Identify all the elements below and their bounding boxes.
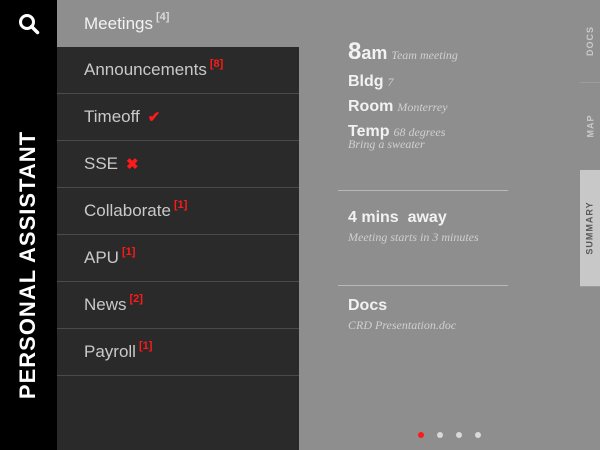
- room-row: Room Monterrey: [348, 98, 458, 116]
- menu-item-meetings[interactable]: Meetings [4]: [57, 0, 299, 47]
- count-badge: [1]: [121, 246, 136, 258]
- page-indicator: [418, 432, 481, 438]
- bldg-value: 7: [387, 75, 394, 89]
- search-icon[interactable]: [14, 10, 44, 38]
- room-label: Room: [348, 98, 394, 115]
- meeting-title: Team meeting: [391, 48, 458, 62]
- app-title: PERSONAL ASSISTANT: [15, 130, 40, 400]
- count-badge: [4]: [155, 11, 170, 23]
- check-icon: ✔: [147, 109, 161, 126]
- menu-item-label: Timeoff: [84, 107, 140, 126]
- menu-item-label: Payroll: [84, 342, 136, 361]
- summary-panel: 8am Team meeting Bldg 7 Room Monterrey Temp…: [300, 0, 580, 450]
- bldg-label: Bldg: [348, 73, 384, 90]
- docs-file[interactable]: CRD Presentation.doc: [348, 318, 456, 333]
- room-value: Monterrey: [397, 100, 448, 114]
- menu-item-payroll[interactable]: Payroll [1]: [57, 329, 299, 376]
- bldg-row: Bldg 7: [348, 73, 458, 91]
- menu-item-announcements[interactable]: Announcements [8]: [57, 47, 299, 94]
- travel-info: 4 mins away Meeting starts in 3 minutes: [348, 209, 479, 252]
- menu-item-label: SSE: [84, 154, 119, 173]
- menu-item-label: APU: [84, 248, 119, 267]
- menu-item-timeoff[interactable]: Timeoff ✔: [57, 94, 299, 141]
- side-tabs: DOCS MAP SUMMARY: [580, 0, 600, 450]
- menu-item-news[interactable]: News [2]: [57, 282, 299, 329]
- travel-label: 4 mins away: [348, 209, 447, 226]
- count-badge: [1]: [138, 340, 153, 352]
- divider: [338, 285, 508, 286]
- cross-icon: ✖: [126, 156, 139, 173]
- docs-row: Docs CRD Presentation.doc: [348, 297, 456, 333]
- menu-item-label: Announcements: [84, 60, 207, 79]
- travel-row: 4 mins away Meeting starts in 3 minutes: [348, 209, 479, 245]
- menu-item-collaborate[interactable]: Collaborate [1]: [57, 188, 299, 235]
- tab-map[interactable]: MAP: [580, 82, 600, 171]
- meeting-details: 8am Team meeting Bldg 7 Room Monterrey Temp…: [348, 38, 458, 159]
- count-badge: [8]: [209, 58, 224, 70]
- page-dot[interactable]: [456, 432, 462, 438]
- menu-item-label: News: [84, 295, 127, 314]
- page-dot[interactable]: [418, 432, 424, 438]
- tab-label: SUMMARY: [585, 201, 596, 255]
- tab-docs[interactable]: DOCS: [580, 0, 600, 83]
- meeting-time-hour: 8: [348, 38, 362, 65]
- tab-label: DOCS: [585, 25, 596, 57]
- temp-note: Bring a sweater: [348, 137, 425, 151]
- meeting-time-ampm: am: [361, 43, 388, 63]
- tab-summary[interactable]: SUMMARY: [580, 170, 600, 287]
- divider: [338, 190, 508, 191]
- travel-note: Meeting starts in 3 minutes: [348, 230, 479, 244]
- docs-label: Docs: [348, 297, 388, 314]
- tab-label: MAP: [585, 114, 595, 138]
- menu-item-label: Collaborate: [84, 201, 171, 220]
- temp-row: Temp 68 degrees Bring a sweater: [348, 123, 458, 152]
- meeting-time-row: 8am Team meeting: [348, 38, 458, 66]
- left-bar: PERSONAL ASSISTANT: [0, 0, 57, 450]
- menu-list: Meetings [4] Announcements [8] Timeoff ✔…: [57, 0, 299, 450]
- page-dot[interactable]: [437, 432, 443, 438]
- menu-item-label: Meetings: [84, 13, 153, 33]
- count-badge: [1]: [173, 199, 188, 211]
- count-badge: [2]: [129, 293, 143, 305]
- docs-info: Docs CRD Presentation.doc: [348, 297, 456, 340]
- page-dot[interactable]: [475, 432, 481, 438]
- menu-item-apu[interactable]: APU [1]: [57, 235, 299, 282]
- menu-item-sse[interactable]: SSE ✖: [57, 141, 299, 188]
